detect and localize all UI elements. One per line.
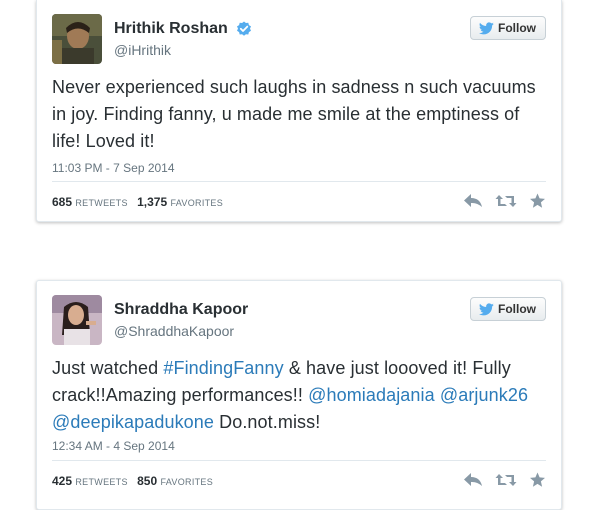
reply-icon[interactable]	[463, 472, 483, 488]
avatar[interactable]	[52, 14, 102, 64]
follow-button[interactable]: Follow	[470, 297, 546, 321]
tweet-text: Just watched #FindingFanny & have just l…	[52, 355, 543, 436]
hashtag-link[interactable]: #FindingFanny	[163, 358, 283, 378]
reply-icon[interactable]	[463, 193, 483, 209]
mention-link[interactable]: @homiadajania	[308, 385, 435, 405]
tweet-text-segment: Do.not.miss!	[214, 412, 321, 432]
tweet-card: Hrithik Roshan @iHrithik Follow Never ex…	[36, 0, 562, 222]
tweet-text: Never experienced such laughs in sadness…	[52, 74, 543, 155]
verified-badge-icon	[237, 21, 252, 36]
tweet-timestamp[interactable]: 11:03 PM - 7 Sep 2014	[52, 161, 175, 175]
favorite-label: FAVORITES	[170, 198, 224, 208]
retweet-count[interactable]: 685	[52, 195, 72, 209]
favorite-label: FAVORITES	[160, 477, 214, 487]
follow-label: Follow	[498, 21, 536, 35]
tweet-header: Hrithik Roshan @iHrithik Follow	[52, 14, 546, 66]
mention-link[interactable]: @deepikapadukone	[52, 412, 214, 432]
user-handle[interactable]: @iHrithik	[114, 42, 252, 58]
favorite-star-icon[interactable]	[529, 472, 546, 488]
favorite-star-icon[interactable]	[529, 193, 546, 209]
tweet-text-segment: Never experienced such laughs in sadness…	[52, 77, 536, 151]
follow-button[interactable]: Follow	[470, 16, 546, 40]
favorite-count[interactable]: 1,375	[137, 195, 167, 209]
divider	[52, 181, 546, 182]
twitter-bird-icon	[479, 302, 494, 315]
retweet-label: RETWEETS	[75, 477, 128, 487]
user-handle[interactable]: @ShraddhaKapoor	[114, 323, 248, 339]
twitter-bird-icon	[479, 21, 494, 34]
tweet-timestamp[interactable]: 12:34 AM - 4 Sep 2014	[52, 439, 175, 453]
display-name[interactable]: Hrithik Roshan	[114, 20, 228, 38]
mention-link[interactable]: @arjunk26	[440, 385, 528, 405]
retweet-icon[interactable]	[495, 193, 517, 209]
retweet-count[interactable]: 425	[52, 474, 72, 488]
tweet-header: Shraddha Kapoor @ShraddhaKapoor Follow	[52, 295, 546, 347]
tweet-text-segment: Just watched	[52, 358, 164, 378]
avatar[interactable]	[52, 295, 102, 345]
tweet-actions	[463, 472, 546, 488]
favorite-count[interactable]: 850	[137, 474, 157, 488]
retweet-icon[interactable]	[495, 472, 517, 488]
tweet-card: Shraddha Kapoor @ShraddhaKapoor Follow J…	[36, 280, 562, 510]
divider	[52, 460, 546, 461]
display-name[interactable]: Shraddha Kapoor	[114, 301, 248, 319]
tweet-stats: 425 RETWEETS 850 FAVORITES	[52, 474, 219, 488]
tweet-stats: 685 RETWEETS 1,375 FAVORITES	[52, 195, 229, 209]
retweet-label: RETWEETS	[75, 198, 128, 208]
tweet-actions	[463, 193, 546, 209]
follow-label: Follow	[498, 302, 536, 316]
